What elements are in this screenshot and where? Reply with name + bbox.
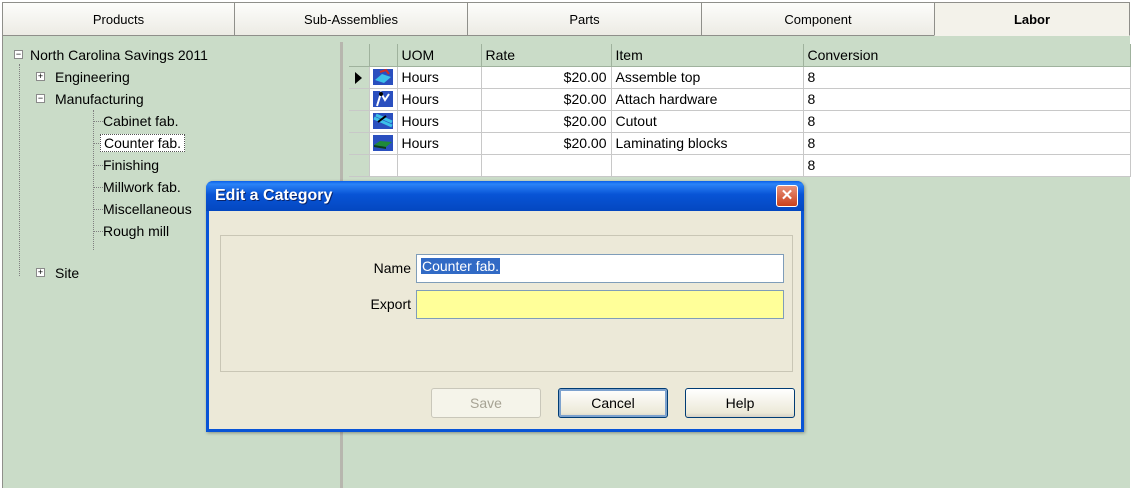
cell-item[interactable]: Assemble top bbox=[611, 66, 804, 89]
row-selector[interactable] bbox=[349, 132, 370, 155]
cell-item[interactable]: Cutout bbox=[611, 110, 804, 133]
export-label: Export bbox=[370, 296, 411, 312]
tree-item-miscellaneous[interactable]: Miscellaneous bbox=[103, 198, 192, 220]
column-header-conversion[interactable]: Conversion bbox=[803, 44, 1131, 67]
expand-icon[interactable]: + bbox=[36, 268, 45, 277]
row-icon-cell bbox=[369, 132, 398, 155]
tree-item-label: Engineering bbox=[55, 69, 130, 85]
tree-root-label: North Carolina Savings 2011 bbox=[30, 47, 208, 63]
assemble-icon bbox=[372, 68, 393, 86]
table-row[interactable]: 8 bbox=[349, 154, 1131, 177]
cell-conversion[interactable]: 8 bbox=[803, 66, 1131, 89]
name-label: Name bbox=[373, 260, 411, 276]
tree-connector bbox=[93, 165, 103, 166]
cell-item[interactable]: Laminating blocks bbox=[611, 132, 804, 155]
tree-item-site[interactable]: + Site bbox=[36, 262, 79, 284]
cell-uom[interactable] bbox=[397, 154, 482, 177]
edit-category-dialog: Edit a Category ✕ Name Counter fab. Expo… bbox=[206, 181, 804, 432]
row-icon-cell bbox=[369, 110, 398, 133]
dialog-title: Edit a Category bbox=[215, 187, 333, 204]
close-button[interactable]: ✕ bbox=[776, 185, 798, 207]
name-field[interactable]: Counter fab. bbox=[416, 254, 784, 283]
tree-item-label: Miscellaneous bbox=[103, 201, 192, 217]
tab-component[interactable]: Component bbox=[701, 2, 935, 36]
cell-rate[interactable]: $20.00 bbox=[481, 110, 612, 133]
tree-item-engineering[interactable]: + Engineering bbox=[36, 66, 130, 88]
column-header-item[interactable]: Item bbox=[611, 44, 804, 67]
tab-sub-assemblies[interactable]: Sub-Assemblies bbox=[234, 2, 468, 36]
row-header-corner bbox=[349, 44, 370, 67]
export-field[interactable] bbox=[416, 290, 784, 319]
cell-item[interactable] bbox=[611, 154, 804, 177]
tree-item-label: Site bbox=[55, 265, 80, 281]
cell-uom[interactable]: Hours bbox=[397, 110, 482, 133]
current-row-arrow-icon bbox=[355, 71, 362, 84]
tab-strip: Products Sub-Assemblies Parts Component … bbox=[2, 2, 1130, 36]
help-button[interactable]: Help bbox=[685, 388, 795, 418]
grid-header-row: UOM Rate Item Conversion bbox=[349, 44, 1131, 67]
expand-icon[interactable]: + bbox=[36, 72, 45, 81]
cell-conversion[interactable]: 8 bbox=[803, 132, 1131, 155]
tab-labor[interactable]: Labor bbox=[934, 2, 1130, 36]
tree-connector bbox=[93, 231, 103, 232]
cell-item[interactable]: Attach hardware bbox=[611, 88, 804, 111]
tree-item-manufacturing[interactable]: − Manufacturing bbox=[36, 88, 144, 110]
row-icon-cell bbox=[369, 154, 398, 177]
row-icon-cell bbox=[369, 88, 398, 111]
row-selector[interactable] bbox=[349, 110, 370, 133]
labor-grid: UOM Rate Item Conversion Hours $20.00 As… bbox=[349, 44, 1131, 177]
cutout-icon bbox=[372, 113, 393, 130]
dialog-groupbox: Name Counter fab. Export bbox=[220, 235, 793, 372]
cell-conversion[interactable]: 8 bbox=[803, 110, 1131, 133]
name-field-value: Counter fab. bbox=[421, 258, 501, 274]
cell-uom[interactable]: Hours bbox=[397, 88, 482, 111]
tab-products[interactable]: Products bbox=[2, 2, 235, 36]
cell-rate[interactable]: $20.00 bbox=[481, 88, 612, 111]
tree-item-millwork-fab[interactable]: Millwork fab. bbox=[103, 176, 181, 198]
icon-column-header bbox=[369, 44, 398, 67]
row-selector[interactable] bbox=[349, 154, 370, 177]
close-icon: ✕ bbox=[780, 187, 794, 204]
collapse-icon[interactable]: − bbox=[14, 50, 23, 59]
column-header-uom[interactable]: UOM bbox=[397, 44, 482, 67]
dialog-titlebar[interactable]: Edit a Category ✕ bbox=[206, 181, 804, 211]
cell-rate[interactable]: $20.00 bbox=[481, 132, 612, 155]
cell-conversion[interactable]: 8 bbox=[803, 154, 1131, 177]
tree-item-label: Rough mill bbox=[103, 223, 170, 239]
row-icon-cell bbox=[369, 66, 398, 89]
tree-item-counter-fab[interactable]: Counter fab. bbox=[100, 132, 186, 154]
row-selector[interactable] bbox=[349, 66, 370, 89]
laminate-icon bbox=[372, 135, 393, 152]
tree-item-label-selected: Counter fab. bbox=[100, 134, 186, 152]
save-button[interactable]: Save bbox=[431, 388, 541, 418]
row-selector[interactable] bbox=[349, 88, 370, 111]
tree-connector bbox=[93, 110, 94, 250]
table-row[interactable]: Hours $20.00 Cutout 8 bbox=[349, 110, 1131, 133]
cell-rate[interactable] bbox=[481, 154, 612, 177]
table-row[interactable]: Hours $20.00 Assemble top 8 bbox=[349, 66, 1131, 89]
tab-parts[interactable]: Parts bbox=[467, 2, 702, 36]
table-row[interactable]: Hours $20.00 Attach hardware 8 bbox=[349, 88, 1131, 111]
tree-connector bbox=[19, 64, 20, 276]
column-header-rate[interactable]: Rate bbox=[481, 44, 612, 67]
hardware-icon bbox=[372, 90, 393, 108]
tree-connector bbox=[93, 209, 103, 210]
tree-item-label: Finishing bbox=[103, 157, 160, 173]
tree-root[interactable]: − North Carolina Savings 2011 bbox=[10, 44, 208, 66]
cell-uom[interactable]: Hours bbox=[397, 132, 482, 155]
tree-connector bbox=[93, 187, 103, 188]
tree-item-label: Manufacturing bbox=[55, 91, 144, 107]
collapse-icon[interactable]: − bbox=[36, 94, 45, 103]
tree-item-rough-mill[interactable]: Rough mill bbox=[103, 220, 169, 242]
tree-item-label: Millwork fab. bbox=[103, 179, 181, 195]
tree-item-finishing[interactable]: Finishing bbox=[103, 154, 159, 176]
cancel-button[interactable]: Cancel bbox=[558, 388, 668, 418]
cell-rate[interactable]: $20.00 bbox=[481, 66, 612, 89]
cell-uom[interactable]: Hours bbox=[397, 66, 482, 89]
cell-conversion[interactable]: 8 bbox=[803, 88, 1131, 111]
tree-item-cabinet-fab[interactable]: Cabinet fab. bbox=[103, 110, 179, 132]
table-row[interactable]: Hours $20.00 Laminating blocks 8 bbox=[349, 132, 1131, 155]
tree-connector bbox=[93, 121, 103, 122]
tree-item-label: Cabinet fab. bbox=[103, 113, 179, 129]
